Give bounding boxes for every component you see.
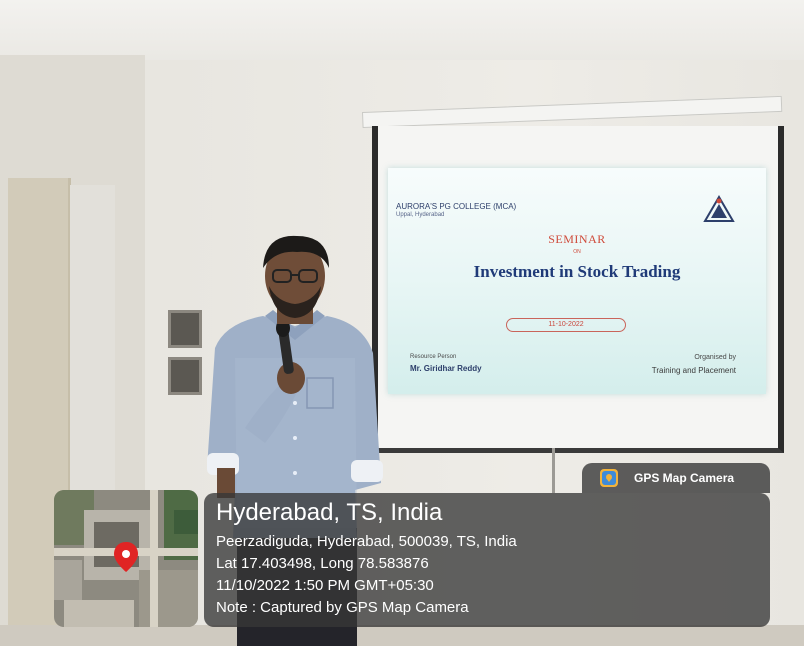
presentation-slide: AURORA'S PG COLLEGE (MCA) Uppal, Hyderab…	[388, 168, 766, 394]
organised-by-name: Training and Placement	[651, 366, 736, 375]
gps-camera-app-icon	[600, 469, 618, 487]
location-address: Peerzadiguda, Hyderabad, 500039, TS, Ind…	[216, 533, 517, 550]
college-location: Uppal, Hyderabad	[396, 212, 445, 218]
gps-overlay: Hyderabad, TS, India Peerzadiguda, Hyder…	[54, 490, 770, 627]
floor	[0, 625, 804, 646]
capture-note: Note : Captured by GPS Map Camera	[216, 599, 469, 616]
organised-by-label: Organised by	[694, 354, 736, 361]
satellite-map-thumbnail	[54, 490, 198, 627]
slide-heading: SEMINAR	[548, 232, 606, 246]
resource-person-name: Mr. Giridhar Reddy	[410, 364, 482, 373]
college-logo	[702, 195, 736, 223]
slide-date: 11-10-2022	[506, 318, 626, 332]
photo-scene: AURORA'S PG COLLEGE (MCA) Uppal, Hyderab…	[0, 0, 804, 646]
capture-datetime: 11/10/2022 1:50 PM GMT+05:30	[216, 577, 434, 594]
slide-topic: Investment in Stock Trading	[473, 262, 681, 281]
location-info-panel: Hyderabad, TS, India Peerzadiguda, Hyder…	[204, 493, 770, 627]
resource-person-label: Resource Person	[410, 354, 457, 360]
screen-pole	[552, 448, 555, 493]
location-city: Hyderabad, TS, India	[216, 499, 443, 526]
gps-app-badge: GPS Map Camera	[582, 463, 770, 493]
slide-college: AURORA'S PG COLLEGE (MCA) Uppal, Hyderab…	[396, 202, 516, 220]
location-coordinates: Lat 17.403498, Long 78.583876	[216, 555, 429, 572]
college-name: AURORA'S PG COLLEGE (MCA)	[396, 202, 517, 211]
gps-app-name: GPS Map Camera	[634, 471, 735, 485]
slide-on: ON	[573, 249, 581, 255]
